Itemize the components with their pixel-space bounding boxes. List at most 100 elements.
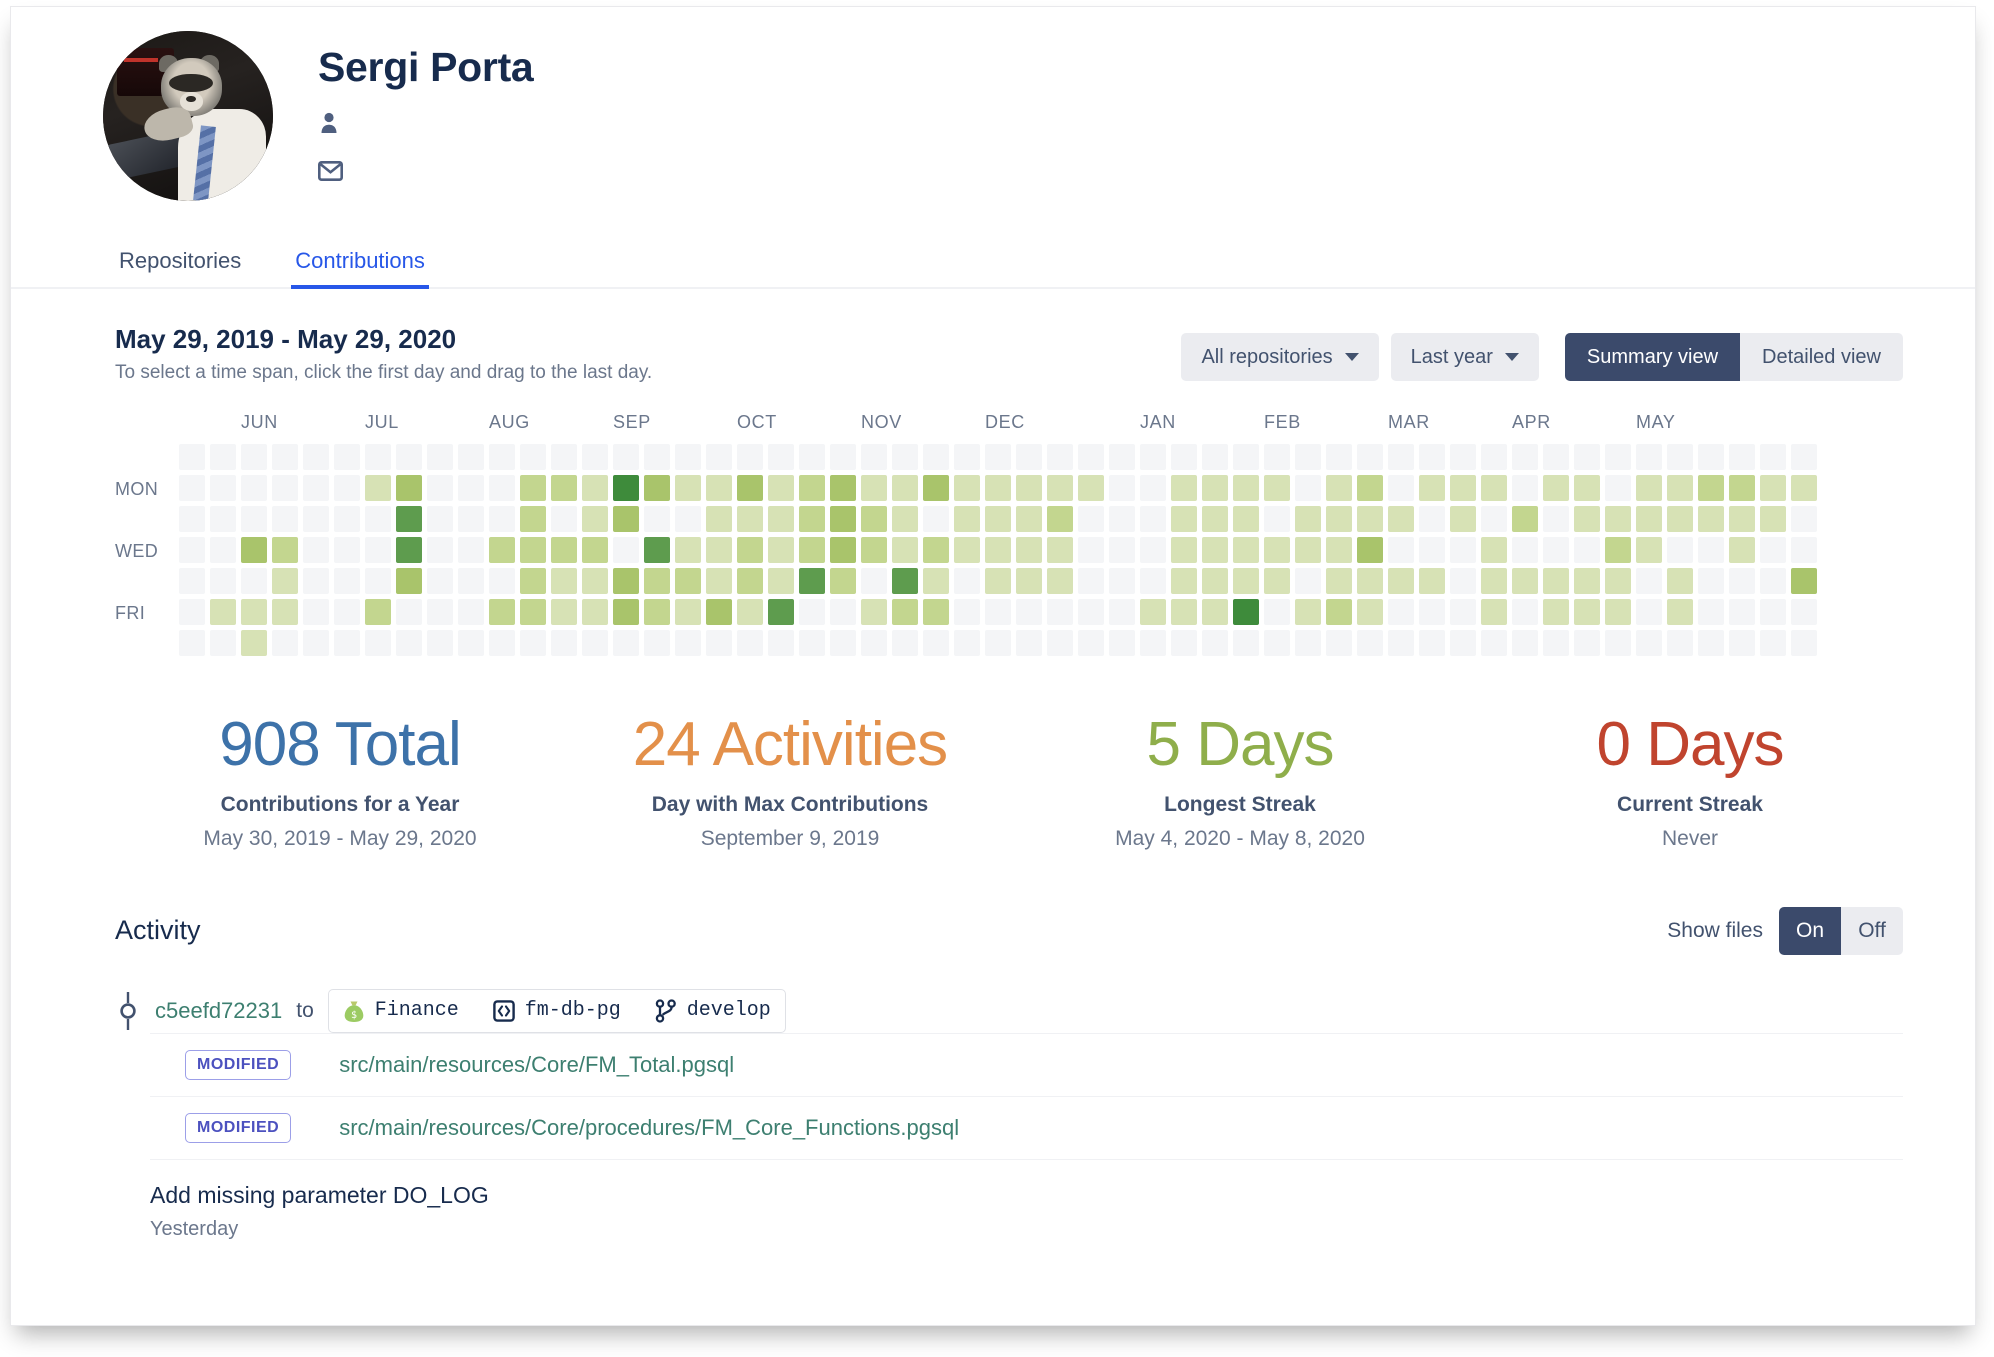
heatmap-cell[interactable]	[1574, 444, 1600, 470]
heatmap-cell[interactable]	[1233, 475, 1259, 501]
heatmap-cell[interactable]	[1078, 630, 1104, 656]
heatmap-cell[interactable]	[1047, 475, 1073, 501]
heatmap-cell[interactable]	[1233, 444, 1259, 470]
heatmap-cell[interactable]	[551, 475, 577, 501]
heatmap-cell[interactable]	[489, 506, 515, 532]
heatmap-cell[interactable]	[830, 599, 856, 625]
heatmap-cell[interactable]	[1171, 568, 1197, 594]
heatmap-cell[interactable]	[179, 537, 205, 563]
heatmap-cell[interactable]	[613, 568, 639, 594]
heatmap-cell[interactable]	[1202, 568, 1228, 594]
heatmap-cell[interactable]	[768, 537, 794, 563]
heatmap-cell[interactable]	[1326, 630, 1352, 656]
heatmap-cell[interactable]	[1233, 630, 1259, 656]
heatmap-cell[interactable]	[396, 537, 422, 563]
heatmap-cell[interactable]	[1667, 630, 1693, 656]
heatmap-cell[interactable]	[1326, 537, 1352, 563]
heatmap-cell[interactable]	[520, 506, 546, 532]
heatmap-cell[interactable]	[1202, 599, 1228, 625]
heatmap-cell[interactable]	[1016, 537, 1042, 563]
heatmap-cell[interactable]	[489, 568, 515, 594]
heatmap-cell[interactable]	[1295, 599, 1321, 625]
heatmap-cell[interactable]	[1698, 599, 1724, 625]
heatmap-cell[interactable]	[458, 506, 484, 532]
heatmap-cell[interactable]	[1388, 568, 1414, 594]
heatmap-cell[interactable]	[892, 568, 918, 594]
heatmap-cell[interactable]	[1295, 537, 1321, 563]
heatmap-cell[interactable]	[1791, 475, 1817, 501]
heatmap-cell[interactable]	[1419, 630, 1445, 656]
heatmap-cell[interactable]	[861, 630, 887, 656]
heatmap-cell[interactable]	[1109, 475, 1135, 501]
heatmap-cell[interactable]	[210, 506, 236, 532]
heatmap-cell[interactable]	[396, 475, 422, 501]
heatmap-cell[interactable]	[241, 506, 267, 532]
show-files-on-button[interactable]: On	[1779, 907, 1841, 955]
detailed-view-button[interactable]: Detailed view	[1740, 333, 1903, 381]
heatmap-cell[interactable]	[675, 444, 701, 470]
heatmap-cell[interactable]	[923, 506, 949, 532]
heatmap-cell[interactable]	[303, 444, 329, 470]
heatmap-cell[interactable]	[768, 630, 794, 656]
heatmap-cell[interactable]	[675, 506, 701, 532]
heatmap-cell[interactable]	[1078, 444, 1104, 470]
heatmap-cell[interactable]	[334, 475, 360, 501]
heatmap-cell[interactable]	[1512, 444, 1538, 470]
heatmap-cell[interactable]	[737, 568, 763, 594]
heatmap-cell[interactable]	[1047, 506, 1073, 532]
heatmap-cell[interactable]	[396, 444, 422, 470]
heatmap-cell[interactable]	[1605, 475, 1631, 501]
heatmap-cell[interactable]	[613, 475, 639, 501]
heatmap-cell[interactable]	[551, 630, 577, 656]
heatmap-cell[interactable]	[1450, 599, 1476, 625]
heatmap-cell[interactable]	[923, 537, 949, 563]
heatmap-cell[interactable]	[582, 475, 608, 501]
heatmap-cell[interactable]	[1357, 475, 1383, 501]
heatmap-cell[interactable]	[799, 537, 825, 563]
heatmap-cell[interactable]	[923, 444, 949, 470]
heatmap-cell[interactable]	[303, 630, 329, 656]
heatmap-cell[interactable]	[1450, 475, 1476, 501]
heatmap-cell[interactable]	[365, 630, 391, 656]
heatmap-cell[interactable]	[1729, 599, 1755, 625]
heatmap-cell[interactable]	[1264, 568, 1290, 594]
heatmap-cell[interactable]	[1667, 568, 1693, 594]
heatmap-cell[interactable]	[1140, 630, 1166, 656]
heatmap-cell[interactable]	[768, 599, 794, 625]
heatmap-cell[interactable]	[241, 630, 267, 656]
heatmap-cell[interactable]	[706, 630, 732, 656]
heatmap-cell[interactable]	[1388, 475, 1414, 501]
heatmap-cell[interactable]	[923, 630, 949, 656]
heatmap-cell[interactable]	[1512, 568, 1538, 594]
heatmap-cell[interactable]	[1109, 444, 1135, 470]
heatmap-cell[interactable]	[892, 506, 918, 532]
heatmap-cell[interactable]	[1171, 475, 1197, 501]
heatmap-cell[interactable]	[799, 568, 825, 594]
heatmap-cell[interactable]	[1171, 630, 1197, 656]
heatmap-cell[interactable]	[675, 599, 701, 625]
heatmap-grid[interactable]	[179, 444, 1817, 656]
heatmap-cell[interactable]	[427, 568, 453, 594]
heatmap-cell[interactable]	[489, 537, 515, 563]
heatmap-cell[interactable]	[334, 444, 360, 470]
heatmap-cell[interactable]	[1109, 506, 1135, 532]
heatmap-cell[interactable]	[1667, 537, 1693, 563]
heatmap-cell[interactable]	[1698, 506, 1724, 532]
heatmap-cell[interactable]	[1078, 537, 1104, 563]
heatmap-cell[interactable]	[861, 599, 887, 625]
heatmap-cell[interactable]	[334, 630, 360, 656]
heatmap-cell[interactable]	[861, 568, 887, 594]
heatmap-cell[interactable]	[1140, 506, 1166, 532]
heatmap-cell[interactable]	[1636, 475, 1662, 501]
heatmap-cell[interactable]	[954, 568, 980, 594]
heatmap-cell[interactable]	[830, 444, 856, 470]
heatmap-cell[interactable]	[1233, 568, 1259, 594]
heatmap-cell[interactable]	[489, 599, 515, 625]
heatmap-cell[interactable]	[1791, 568, 1817, 594]
heatmap-cell[interactable]	[1698, 537, 1724, 563]
heatmap-cell[interactable]	[768, 475, 794, 501]
heatmap-cell[interactable]	[892, 599, 918, 625]
heatmap-cell[interactable]	[1357, 506, 1383, 532]
repository-filter-dropdown[interactable]: All repositories	[1181, 333, 1378, 381]
heatmap-cell[interactable]	[179, 568, 205, 594]
